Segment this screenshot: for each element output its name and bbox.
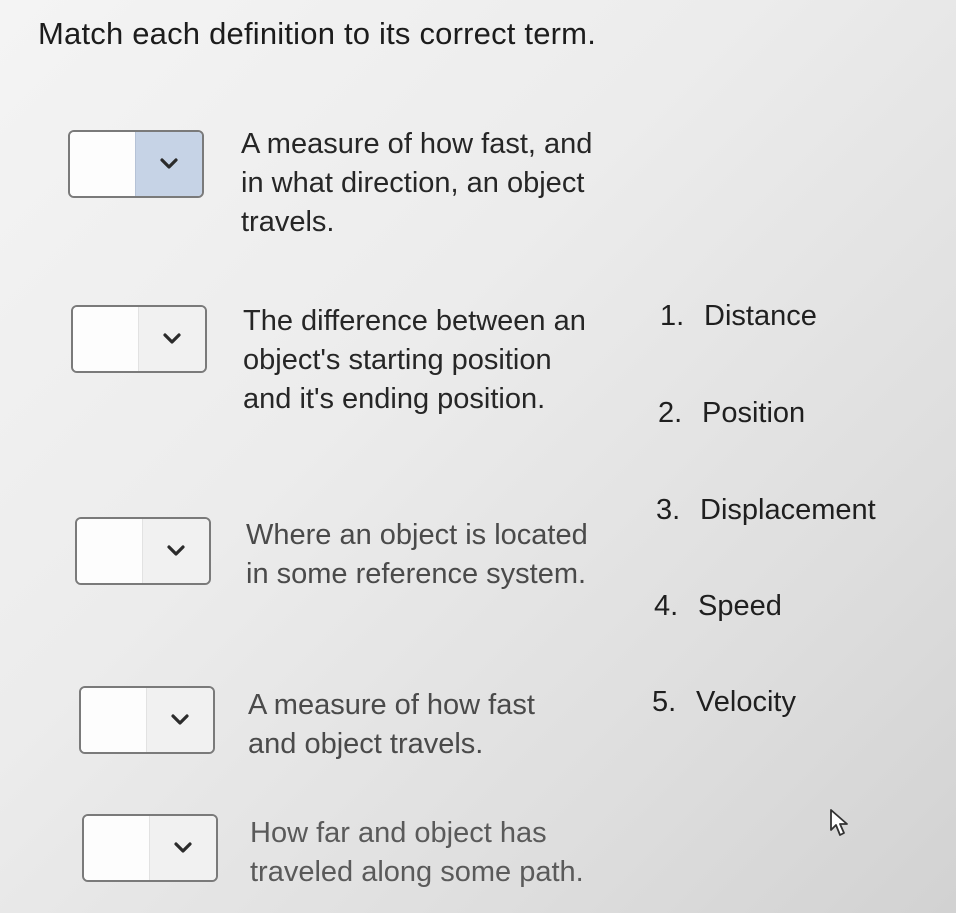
term-item-1: 1. Distance [660, 300, 817, 333]
chevron-down-icon [174, 842, 192, 853]
instruction-title: Match each definition to its correct ter… [38, 16, 597, 51]
answer-select-1[interactable] [68, 130, 204, 198]
dropdown-toggle-1[interactable] [135, 132, 202, 196]
answer-select-2-value [73, 307, 138, 371]
answer-select-5-value [84, 816, 149, 880]
term-item-5: 5. Velocity [652, 686, 796, 719]
answer-select-1-value [70, 132, 135, 196]
mouse-pointer-icon [830, 809, 848, 836]
answer-select-4-value [81, 688, 146, 752]
dropdown-toggle-2[interactable] [138, 307, 205, 371]
term-number: 5. [652, 686, 677, 718]
answer-select-4[interactable] [79, 686, 215, 754]
term-number: 1. [660, 300, 685, 332]
term-number: 2. [658, 397, 683, 429]
definition-text-1: A measure of how fast, and in what direc… [241, 128, 593, 238]
definition-text-2: The difference between an object's start… [243, 305, 586, 415]
term-number: 3. [656, 494, 681, 526]
term-label: Speed [698, 590, 782, 622]
term-item-4: 4. Speed [654, 590, 782, 623]
answer-select-3[interactable] [75, 517, 211, 585]
term-label: Velocity [696, 686, 796, 718]
chevron-down-icon [163, 333, 181, 344]
answer-select-5[interactable] [82, 814, 218, 882]
term-item-3: 3. Displacement [656, 494, 876, 527]
definition-text-3: Where an object is located in some refer… [246, 519, 588, 590]
chevron-down-icon [167, 545, 185, 556]
term-item-2: 2. Position [658, 397, 805, 430]
term-number: 4. [654, 590, 679, 622]
chevron-down-icon [160, 158, 178, 169]
dropdown-toggle-3[interactable] [142, 519, 209, 583]
definition-text-5: How far and object has traveled along so… [250, 817, 584, 888]
term-label: Displacement [700, 494, 876, 526]
dropdown-toggle-5[interactable] [149, 816, 216, 880]
chevron-down-icon [171, 714, 189, 725]
dropdown-toggle-4[interactable] [146, 688, 213, 752]
term-label: Distance [704, 300, 817, 332]
definition-text-4: A measure of how fast and object travels… [248, 689, 535, 760]
term-label: Position [702, 397, 806, 429]
answer-select-2[interactable] [71, 305, 207, 373]
answer-select-3-value [77, 519, 142, 583]
